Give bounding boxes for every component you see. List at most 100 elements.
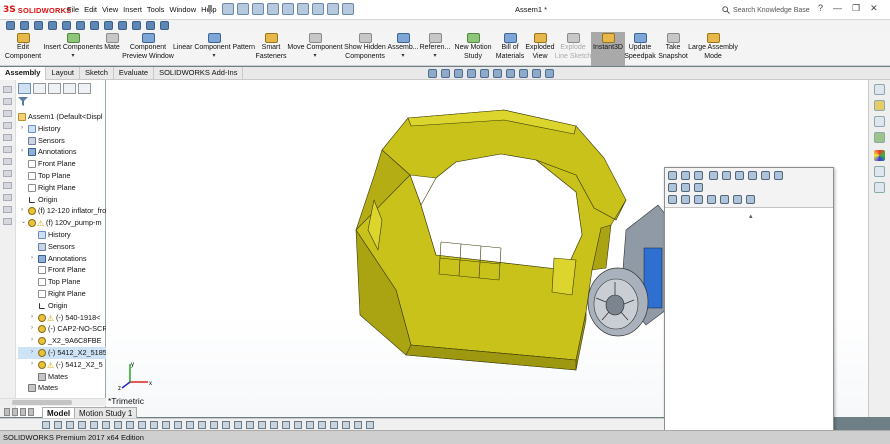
configuration-manager-icon[interactable] <box>48 83 61 94</box>
tool-icon[interactable] <box>694 171 703 180</box>
design-library-icon[interactable] <box>874 100 885 111</box>
toolbar-icon[interactable] <box>62 21 71 30</box>
tree-item-history[interactable]: › History <box>18 123 106 135</box>
save-icon[interactable] <box>252 3 264 15</box>
menu-tools[interactable]: Tools <box>147 5 165 14</box>
help-icon[interactable]: ? <box>818 3 823 14</box>
assembly-icon[interactable] <box>6 21 15 30</box>
tool-icon[interactable] <box>709 171 718 180</box>
tool-icon[interactable] <box>733 195 742 204</box>
tree-item-front-plane[interactable]: Front Plane <box>18 264 106 276</box>
solidworks-logo[interactable]: 3S SOLIDWORKS <box>3 4 71 16</box>
options-icon[interactable] <box>342 3 354 15</box>
scene-icon[interactable] <box>532 69 541 78</box>
tool-icon[interactable] <box>746 195 755 204</box>
close-icon[interactable]: ✕ <box>870 3 878 14</box>
tool-icon[interactable] <box>138 421 146 429</box>
tool-icon[interactable] <box>222 421 230 429</box>
tool-icon[interactable] <box>210 421 218 429</box>
expand-icon[interactable]: › <box>21 123 27 135</box>
select-icon[interactable] <box>297 3 309 15</box>
tool-icon[interactable] <box>342 421 350 429</box>
strip-icon[interactable] <box>3 146 12 153</box>
property-manager-icon[interactable] <box>33 83 46 94</box>
linear-pattern-button[interactable]: Linear Component Pattern ▾ <box>172 32 256 66</box>
scrollbar-thumb[interactable] <box>12 400 72 405</box>
tree-item-sensors[interactable]: Sensors <box>18 241 106 253</box>
tree-item-assem1[interactable]: Assem1 (Default<Displ <box>18 111 106 123</box>
feature-tree-icon[interactable] <box>18 83 31 94</box>
tool-icon[interactable] <box>198 421 206 429</box>
expand-icon[interactable]: › <box>31 323 37 335</box>
strip-icon[interactable] <box>3 170 12 177</box>
tab-assembly[interactable]: Assembly <box>0 67 47 80</box>
filter-icon[interactable] <box>18 97 28 106</box>
menu-window[interactable]: Window <box>169 5 196 14</box>
edit-appearance-icon[interactable] <box>519 69 528 78</box>
tree-item-top-plane[interactable]: Top Plane <box>18 170 106 182</box>
file-properties-icon[interactable] <box>327 3 339 15</box>
tree-item-annotations[interactable]: › Annotations <box>18 146 106 158</box>
toolbar-icon[interactable] <box>76 21 85 30</box>
tool-icon[interactable] <box>735 171 744 180</box>
expand-icon[interactable]: › <box>21 205 27 217</box>
toolbar-icon[interactable] <box>160 21 169 30</box>
tree-item-5412-selected[interactable]: › (-) 5412_X2_5185 <box>18 346 106 359</box>
open-document-icon[interactable] <box>237 3 249 15</box>
edit-component-button[interactable]: Edit Component <box>2 32 44 66</box>
tool-icon[interactable] <box>234 421 242 429</box>
tree-item-right-plane[interactable]: Right Plane <box>18 288 106 300</box>
new-motion-study-button[interactable]: New Motion Study <box>451 32 495 66</box>
tool-icon[interactable] <box>66 421 74 429</box>
show-hidden-button[interactable]: Show Hidden Components <box>343 32 387 66</box>
view-palette-icon[interactable] <box>874 132 885 143</box>
tree-item-top-plane[interactable]: Top Plane <box>18 276 106 288</box>
zoom-to-fit-icon[interactable] <box>428 69 437 78</box>
dropdown-arrow[interactable]: ▾ <box>313 53 316 59</box>
menu-view[interactable]: View <box>102 5 118 14</box>
search-box[interactable]: Search Knowledge Base <box>722 4 814 16</box>
tool-icon[interactable] <box>722 171 731 180</box>
expand-icon[interactable]: › <box>31 347 37 359</box>
print-icon[interactable] <box>267 3 279 15</box>
solidworks-forum-icon[interactable] <box>874 182 885 193</box>
insert-components-button[interactable]: Insert Components ▾ <box>40 32 106 66</box>
tab-motion-study[interactable]: Motion Study 1 <box>74 407 138 418</box>
minimize-icon[interactable]: — <box>833 3 842 14</box>
tool-icon[interactable] <box>761 171 770 180</box>
tool-icon[interactable] <box>681 171 690 180</box>
tree-item-history[interactable]: History <box>18 229 106 241</box>
tool-icon[interactable] <box>270 421 278 429</box>
expand-icon[interactable]: › <box>31 312 37 324</box>
tool-icon[interactable] <box>668 183 677 192</box>
expand-icon[interactable]: › <box>31 253 37 265</box>
tool-icon[interactable] <box>318 421 326 429</box>
toolbar-icon[interactable] <box>48 21 57 30</box>
dropdown-arrow[interactable]: ▾ <box>433 53 436 59</box>
tree-item-annotations[interactable]: › Annotations <box>18 253 106 265</box>
strip-icon[interactable] <box>3 182 12 189</box>
toolbar-icon[interactable] <box>20 21 29 30</box>
view-orientation-icon[interactable] <box>480 69 489 78</box>
undo-icon[interactable] <box>282 3 294 15</box>
tool-icon[interactable] <box>102 421 110 429</box>
display-manager-icon[interactable] <box>78 83 91 94</box>
reference-geometry-button[interactable]: Referen... ▾ <box>419 32 451 66</box>
view-settings-icon[interactable] <box>545 69 554 78</box>
tool-icon[interactable] <box>694 195 703 204</box>
tool-icon[interactable] <box>354 421 362 429</box>
tree-item-pump[interactable]: ⌄ ⚠ (f) 120v_pump-m <box>18 217 106 229</box>
toolbar-icon[interactable] <box>146 21 155 30</box>
instant3d-button[interactable]: Instant3D <box>591 32 625 66</box>
tab-model[interactable]: Model <box>42 407 76 418</box>
strip-icon[interactable] <box>3 158 12 165</box>
strip-icon[interactable] <box>3 194 12 201</box>
dimxpert-icon[interactable] <box>63 83 76 94</box>
tool-icon[interactable] <box>126 421 134 429</box>
tool-icon[interactable] <box>366 421 374 429</box>
menu-edit[interactable]: Edit <box>84 5 97 14</box>
tool-icon[interactable] <box>54 421 62 429</box>
strip-icon[interactable] <box>3 98 12 105</box>
toolbar-icon[interactable] <box>34 21 43 30</box>
tool-icon[interactable] <box>306 421 314 429</box>
